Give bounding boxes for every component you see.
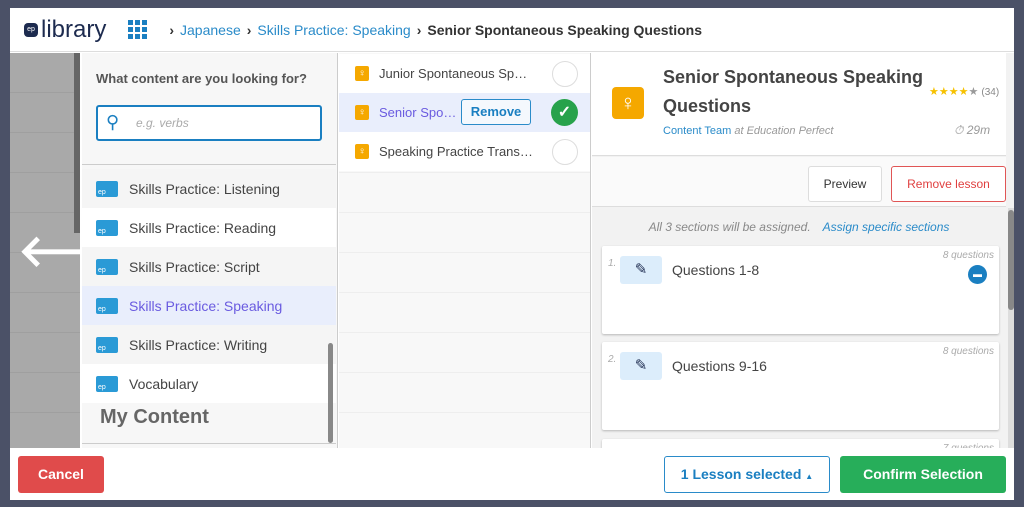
folder-item[interactable]: ep Skills Practice: Writing [82,325,336,364]
lightbulb-icon: ♀ [355,105,369,120]
scrollbar[interactable] [328,343,333,443]
action-row: Preview Remove lesson [592,157,1006,207]
folder-label: Skills Practice: Writing [129,336,268,353]
breadcrumb-current: Senior Spontaneous Speaking Questions [427,21,702,38]
folder-icon: ep [96,180,118,197]
folder-icon: ep [96,336,118,353]
pencil-icon: ✎ [620,352,662,380]
lesson-item[interactable]: ♀ Speaking Practice Trans… [339,132,590,171]
lightbulb-icon: ♀ [355,144,369,159]
assign-specific-sections-link[interactable]: Assign specific sections [823,220,950,234]
search-input[interactable]: ⚲ e.g. verbs [96,105,322,141]
lesson-label: Junior Spontaneous Sp… [379,66,528,81]
speech-icon: ▬ [968,265,987,284]
folder-label: Vocabulary [129,375,199,392]
assign-note: All 3 sections will be assigned. Assign s… [592,220,1006,234]
ep-logo-icon: ep [24,22,38,37]
rating-count: (34) [981,87,1000,98]
lesson-label: Speaking Practice Trans… [379,144,533,159]
lesson-item-selected[interactable]: ♀ Senior Spo… Remove ✓ [339,93,590,132]
pencil-icon: ✎ [620,256,662,284]
folder-item[interactable]: ep Skills Practice: Reading [82,208,336,247]
logo-text: library [41,15,107,43]
duration: ⏱ 29m [954,123,990,138]
lightbulb-icon: ♀ [612,87,644,119]
my-content-heading[interactable]: My Content [100,406,209,429]
breadcrumb-japanese[interactable]: Japanese [180,22,241,38]
back-panel[interactable]: 🡐 [10,53,136,448]
chevron-right-icon: › [416,21,422,38]
lessons-selected-dropdown[interactable]: 1 Lesson selected ▲ [664,456,830,493]
question-count: 8 questions [942,250,994,261]
scrollbar[interactable] [74,53,80,233]
cancel-button[interactable]: Cancel [18,456,104,493]
section-number: 1. [608,258,617,269]
search-placeholder: e.g. verbs [136,116,189,130]
lesson-list: ♀ Junior Spontaneous Sp… ♀ Senior Spo… Remo… [339,53,591,448]
apps-grid-icon[interactable] [128,20,148,39]
lesson-item[interactable]: ♀ Junior Spontaneous Sp… [339,54,590,93]
folder-item[interactable]: ep Skills Practice: Listening [82,169,336,208]
section-card[interactable]: 1. ✎ Questions 1-8 8 questions ▬ [602,246,999,334]
lesson-detail: ♀ Senior Spontaneous Speaking Questions … [592,53,1014,500]
preview-button[interactable]: Preview [808,166,882,202]
assign-note-text: All 3 sections will be assigned. [648,220,811,234]
search-question: What content are you looking for? [96,71,307,86]
check-icon[interactable]: ✓ [551,99,578,126]
select-circle[interactable] [552,138,578,165]
duration-value: 29m [966,123,991,137]
stopwatch-icon: ⏱ [954,123,964,137]
folder-item[interactable]: ep Skills Practice: Script [82,247,336,286]
folder-icon: ep [96,219,118,236]
question-count: 8 questions [942,346,994,357]
remove-button[interactable]: Remove [461,99,531,125]
section-number: 2. [608,354,617,365]
author-link[interactable]: Content Team [663,125,731,137]
folder-label: Skills Practice: Listening [129,180,280,197]
caret-up-icon: ▲ [805,472,814,481]
content-picker-modal: ep library › Japanese › Skills Practice: … [10,8,1014,500]
header: ep library › Japanese › Skills Practice: … [10,8,1014,52]
lesson-title: Senior Spontaneous Speaking Questions [663,67,924,116]
lightbulb-icon: ♀ [355,66,369,81]
folder-icon: ep [96,297,118,314]
rating-stars: ★★★★★ (34) [929,86,1000,98]
section-title: Questions 1-8 [672,262,760,278]
lesson-label: Senior Spo… [379,105,457,120]
select-circle[interactable] [552,60,578,87]
lessons-selected-label: 1 Lesson selected [680,466,802,482]
folder-item-selected[interactable]: ep Skills Practice: Speaking [82,286,336,325]
folder-icon: ep [96,375,118,392]
folder-item[interactable]: ep Vocabulary [82,364,336,403]
breadcrumb-speaking[interactable]: Skills Practice: Speaking [257,22,410,38]
folder-panel: What content are you looking for? ⚲ e.g.… [82,53,338,448]
section-card[interactable]: 2. ✎ Questions 9-16 8 questions [602,342,999,430]
folder-label: Skills Practice: Reading [129,219,277,236]
folder-label: Skills Practice: Speaking [129,297,283,314]
author-org: at Education Perfect [734,125,834,137]
section-title: Questions 9-16 [672,358,767,374]
breadcrumb: › Japanese › Skills Practice: Speaking ›… [169,22,702,38]
folder-label: Skills Practice: Script [129,258,260,275]
footer: Cancel 1 Lesson selected ▲ Confirm Selec… [10,448,1014,500]
scrollbar[interactable] [1008,208,1014,448]
chevron-right-icon: › [169,21,175,38]
author: Content Team at Education Perfect [663,125,833,137]
confirm-selection-button[interactable]: Confirm Selection [840,456,1006,493]
library-logo[interactable]: ep library [24,16,106,44]
remove-lesson-button[interactable]: Remove lesson [891,166,1006,202]
chevron-right-icon: › [246,21,252,38]
folder-icon: ep [96,258,118,275]
detail-header: ♀ Senior Spontaneous Speaking Questions … [592,53,1006,156]
search-icon: ⚲ [106,112,120,132]
